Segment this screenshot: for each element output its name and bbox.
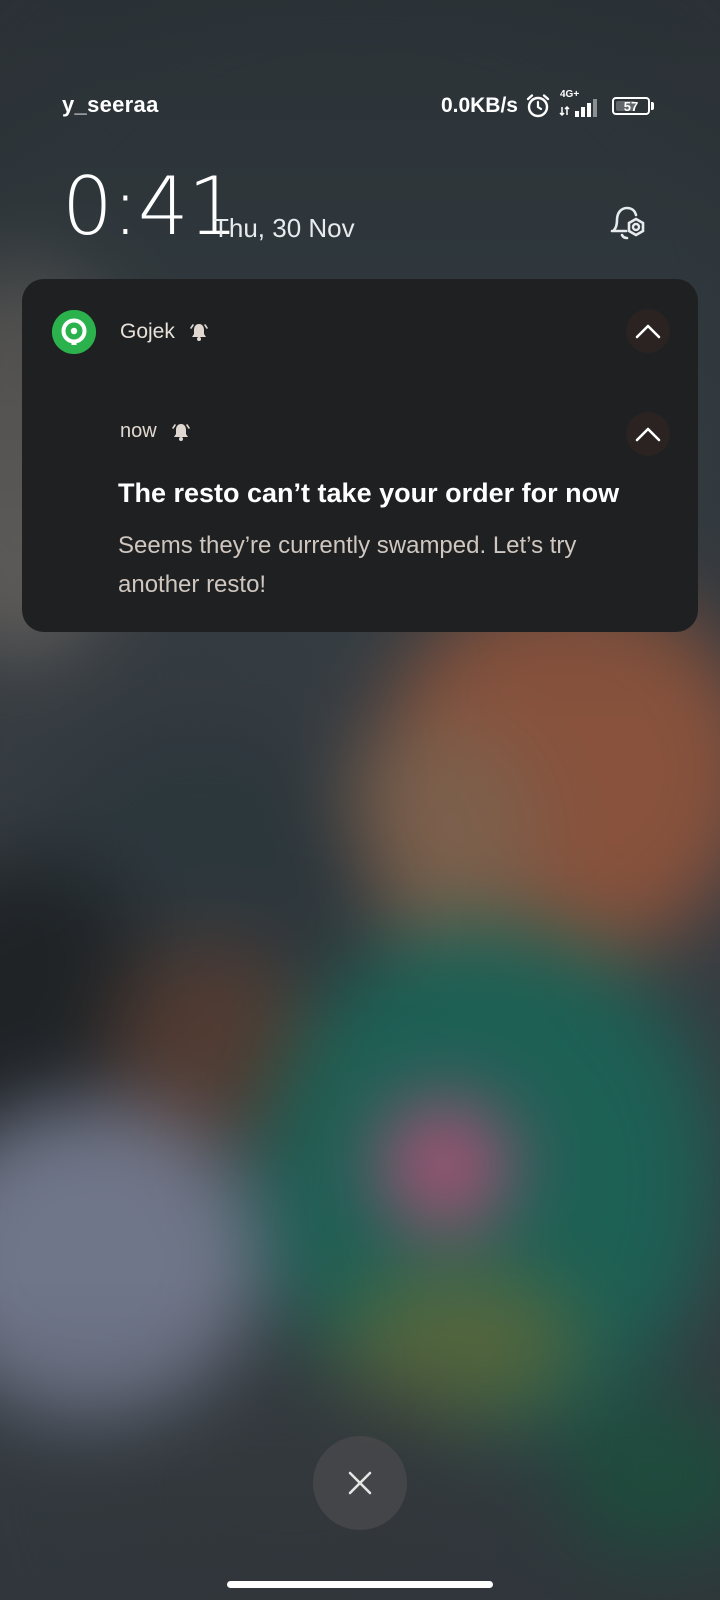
home-indicator[interactable] [227,1581,493,1588]
collapse-notification-button[interactable] [626,412,670,456]
bell-icon [171,422,191,442]
status-bar: y_seeraa 0.0KB/s 4G+ 57 [0,88,720,128]
signal-icon: 4G+ [558,89,606,121]
clear-notifications-button[interactable] [313,1436,407,1530]
lock-screen: y_seeraa 0.0KB/s 4G+ 57 0:41 Thu, 30 Nov… [0,0,720,1600]
chevron-up-icon [635,426,661,442]
app-name: Gojek [120,320,175,343]
notification-time: now [120,420,157,442]
lockscreen-date: Thu, 30 Nov [213,213,355,243]
lockscreen-clock: 0:41 [62,160,239,253]
bell-icon [189,322,209,342]
notification-header: Gojek [52,310,209,354]
chevron-up-icon [635,323,661,339]
notification-settings-icon[interactable] [606,200,652,246]
notification-body: Seems they’re currently swamped. Let’s t… [118,532,577,598]
gojek-logo-icon [52,310,96,354]
battery-icon: 57 [612,97,654,115]
notification-title: The resto can’t take your order for now [118,478,620,508]
status-icons: 0.0KB/s 4G+ 57 [441,88,654,124]
close-icon [347,1470,373,1496]
battery-level: 57 [623,98,639,114]
network-speed: 0.0KB/s [440,94,518,117]
alarm-icon [524,92,552,120]
carrier-name: y_seeraa [62,92,159,117]
notification-time-row: now [120,420,191,443]
notification-card[interactable]: Gojek now The resto can’t take your orde… [22,279,698,632]
collapse-app-group-button[interactable] [626,309,670,353]
